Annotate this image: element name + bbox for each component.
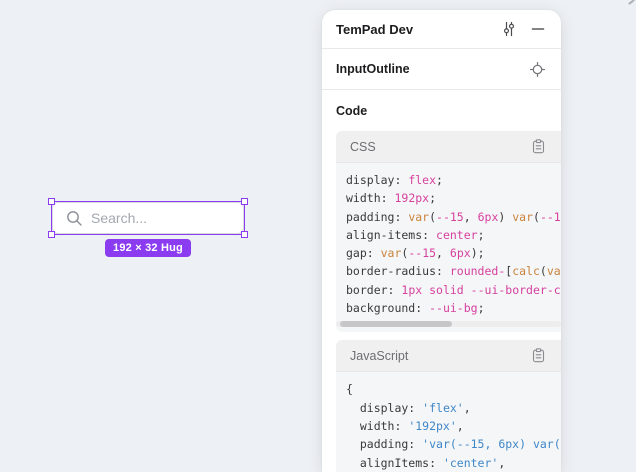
selection-handle-top-left[interactable]	[48, 198, 55, 205]
javascript-block-label: JavaScript	[350, 349, 532, 363]
crosshair-icon[interactable]	[530, 62, 545, 77]
code-line: display: 'flex',	[346, 399, 561, 417]
panel-header: TemPad Dev	[322, 10, 561, 49]
panel-title: TemPad Dev	[336, 22, 501, 37]
code-line: background: --ui-bg;	[346, 299, 561, 317]
sliders-icon[interactable]	[501, 21, 517, 37]
selection-handle-bottom-right[interactable]	[241, 231, 248, 238]
copy-clipboard-icon[interactable]	[532, 348, 545, 363]
code-line: alignItems: 'center',	[346, 454, 561, 472]
scrollbar-thumb[interactable]	[340, 321, 452, 327]
code-line: border-radius: rounded-[calc(var(--round…	[346, 262, 561, 280]
code-line: display: flex;	[346, 171, 561, 189]
search-icon	[66, 210, 83, 227]
css-code-block: CSS display: flex;width: 192px;padding: …	[336, 131, 561, 332]
cursor-artifact	[628, 0, 635, 5]
code-line: padding: 'var(--15, 6px) var(--15, 6px)'…	[346, 435, 561, 453]
horizontal-scrollbar[interactable]	[336, 321, 561, 327]
search-input[interactable]	[91, 210, 221, 226]
code-line: width: '192px',	[346, 417, 561, 435]
copy-clipboard-icon[interactable]	[532, 139, 545, 154]
component-row: InputOutline	[322, 49, 561, 90]
selection-handle-bottom-left[interactable]	[48, 231, 55, 238]
code-line: {	[346, 380, 561, 398]
css-code-body: display: flex;width: 192px;padding: var(…	[336, 163, 561, 332]
code-line: width: 192px;	[346, 189, 561, 207]
css-block-label: CSS	[350, 140, 532, 154]
component-name: InputOutline	[336, 62, 530, 76]
code-section-title: Code	[336, 104, 547, 118]
code-line: gap: var(--15, 6px);	[346, 244, 561, 262]
minimize-icon[interactable]	[531, 22, 545, 36]
code-line: padding: var(--15, 6px) var(--15, 6px);	[346, 208, 561, 226]
tempad-dev-panel: TemPad Dev InputOutline	[322, 10, 561, 472]
javascript-code-body: { display: 'flex', width: '192px', paddi…	[336, 372, 561, 472]
javascript-block-header: JavaScript	[336, 340, 561, 372]
search-input-component[interactable]	[52, 202, 244, 234]
css-block-header: CSS	[336, 131, 561, 163]
size-badge: 192 × 32 Hug	[105, 239, 191, 257]
javascript-code-block: JavaScript { display: 'flex', width: '19…	[336, 340, 561, 472]
code-line: align-items: center;	[346, 226, 561, 244]
selection-handle-top-right[interactable]	[241, 198, 248, 205]
code-line: border: 1px solid --ui-border-color;	[346, 281, 561, 299]
